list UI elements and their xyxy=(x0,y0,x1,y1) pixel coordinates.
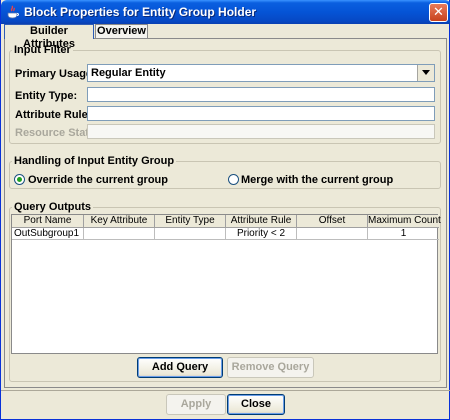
java-app-icon xyxy=(7,5,19,19)
window-title: Block Properties for Entity Group Holder xyxy=(24,5,257,19)
query-outputs-table[interactable]: Port Name Key Attribute Entity Type Attr… xyxy=(11,214,441,354)
chevron-down-icon[interactable] xyxy=(417,65,434,81)
close-icon: ✕ xyxy=(433,4,444,19)
table-cell[interactable]: OutSubgroup1 xyxy=(12,228,84,240)
attribute-rule-field[interactable] xyxy=(87,106,435,121)
column-header[interactable]: Entity Type xyxy=(155,215,226,228)
resource-state-field xyxy=(87,124,435,139)
column-header[interactable]: Port Name xyxy=(12,215,84,228)
add-query-button[interactable]: Add Query xyxy=(137,357,223,378)
tab-overview[interactable]: Overview xyxy=(95,24,148,39)
remove-query-button[interactable]: Remove Query xyxy=(227,357,314,378)
attribute-rule-label: Attribute Rule: xyxy=(15,109,92,121)
table-cell[interactable]: 1 xyxy=(368,228,439,240)
close-window-button[interactable]: ✕ xyxy=(429,3,448,22)
primary-usage-select[interactable]: Regular Entity xyxy=(87,64,435,82)
table-cell[interactable] xyxy=(84,228,155,240)
handling-title: Handling of Input Entity Group xyxy=(12,155,177,167)
table-cell[interactable]: Priority < 2 xyxy=(226,228,297,240)
primary-usage-label: Primary Usage: xyxy=(15,68,96,80)
primary-usage-value: Regular Entity xyxy=(91,67,166,79)
merge-radio[interactable] xyxy=(228,174,239,185)
table-cell[interactable] xyxy=(155,228,226,240)
column-header[interactable]: Offset xyxy=(297,215,368,228)
override-radio[interactable] xyxy=(14,174,25,185)
table-cell[interactable] xyxy=(297,228,368,240)
apply-button[interactable]: Apply xyxy=(166,394,226,415)
dialog-window: Block Properties for Entity Group Holder… xyxy=(0,0,450,420)
column-header[interactable]: Key Attribute xyxy=(84,215,155,228)
override-label[interactable]: Override the current group xyxy=(28,174,168,186)
query-outputs-title: Query Outputs xyxy=(12,201,94,213)
tab-builder-attributes[interactable]: Builder Attributes xyxy=(4,24,94,50)
column-header[interactable]: Maximum Count xyxy=(368,215,441,228)
title-bar[interactable]: Block Properties for Entity Group Holder… xyxy=(1,0,450,24)
entity-type-field[interactable] xyxy=(87,87,435,102)
column-header[interactable]: Attribute Rule xyxy=(226,215,297,228)
footer-divider xyxy=(1,390,450,391)
entity-type-label: Entity Type: xyxy=(15,90,78,102)
merge-label[interactable]: Merge with the current group xyxy=(241,174,393,186)
close-button[interactable]: Close xyxy=(227,394,285,415)
